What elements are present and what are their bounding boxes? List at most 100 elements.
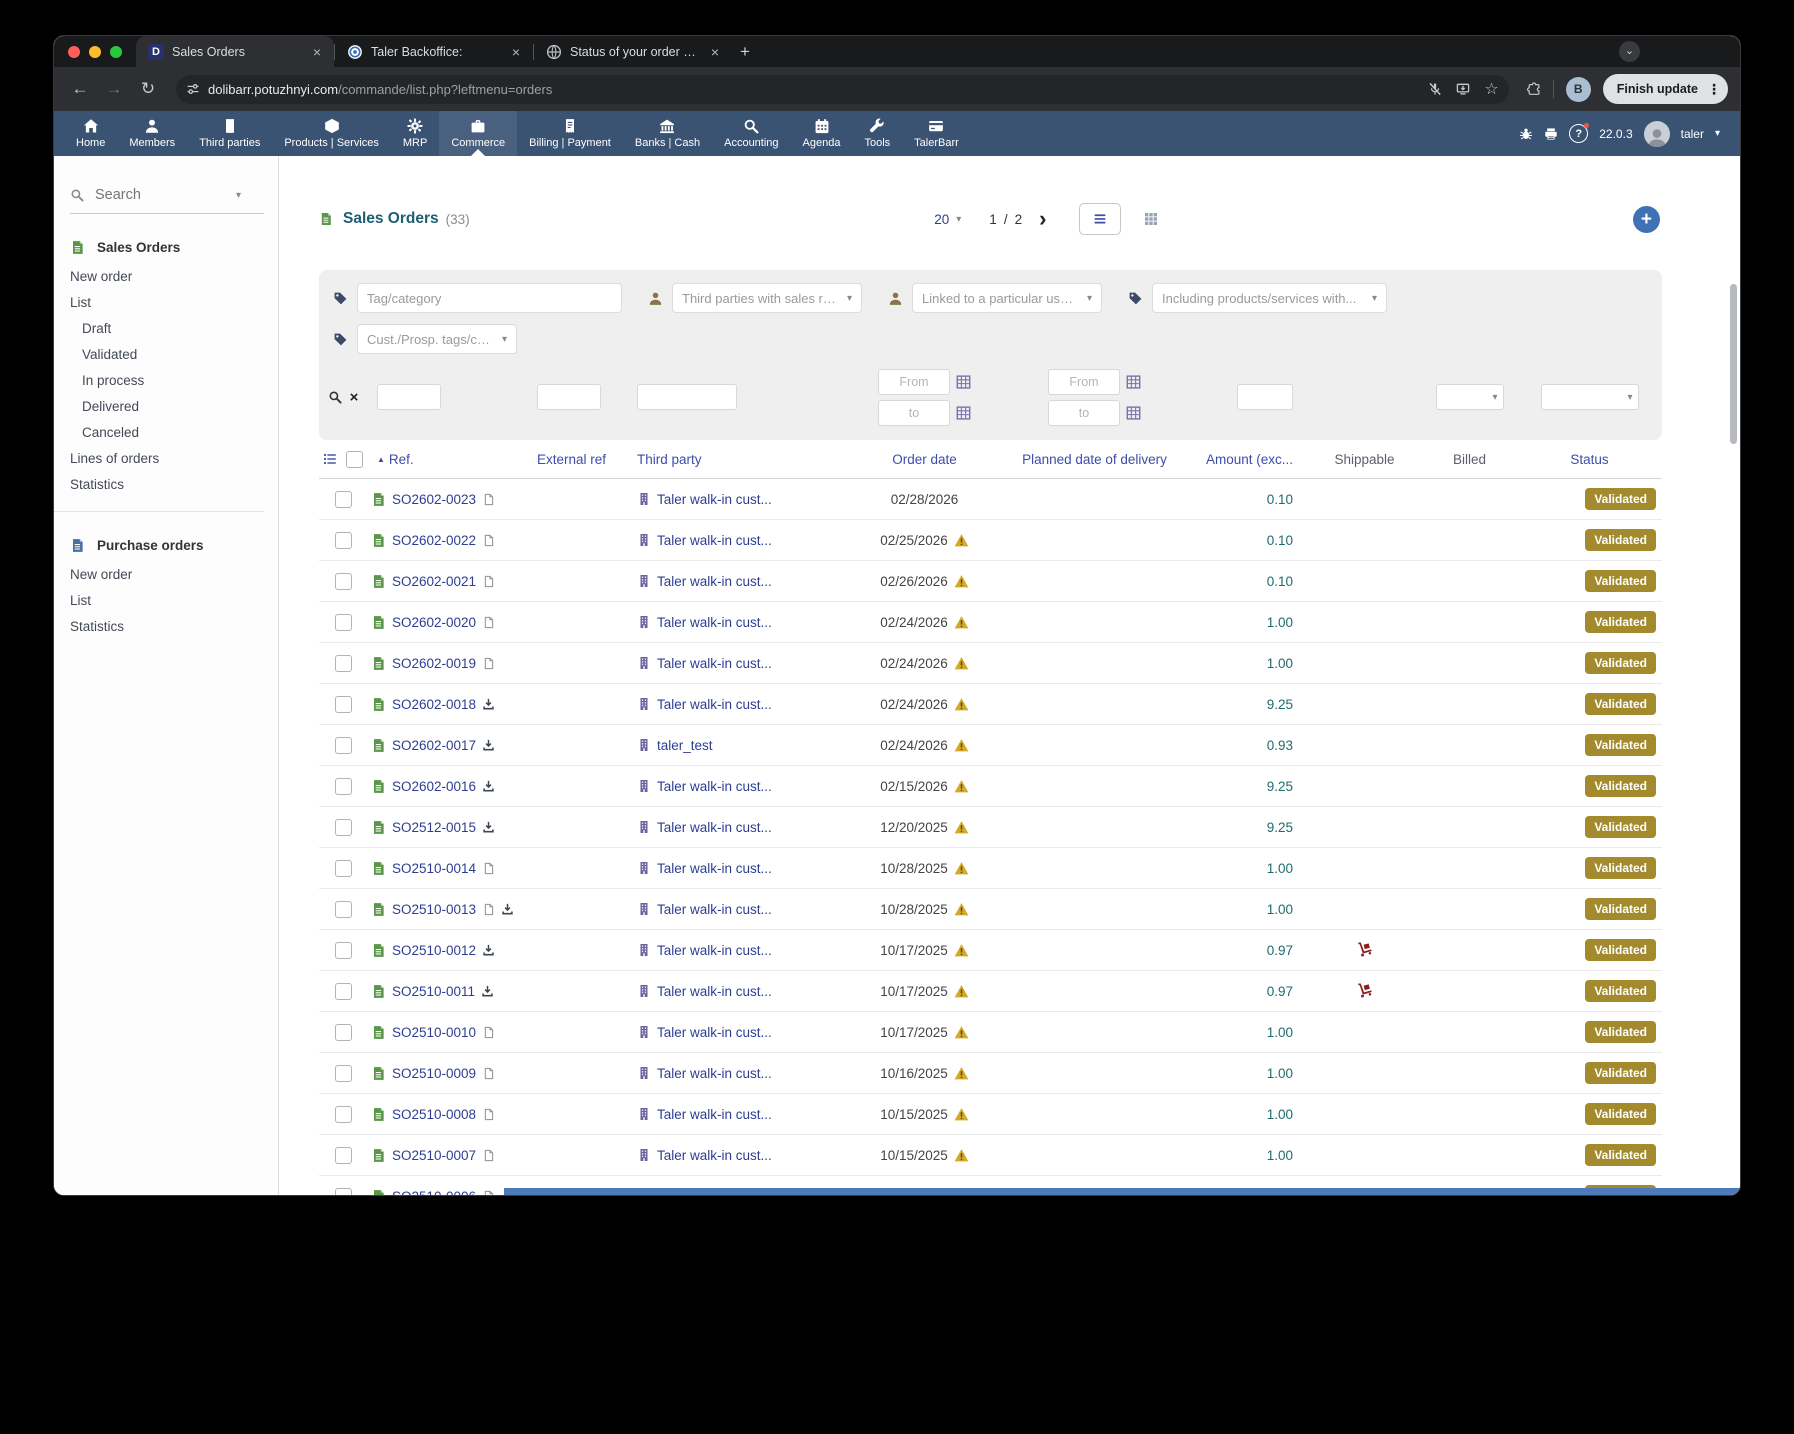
filter-select[interactable]: Cust./Prosp. tags/cat...▾ bbox=[357, 324, 517, 354]
top-menu-home[interactable]: Home bbox=[64, 111, 117, 156]
column-search-field[interactable] bbox=[537, 384, 601, 410]
column-header-ref[interactable]: ▲Ref. bbox=[367, 452, 537, 467]
order-ref-link[interactable]: SO2510-0010 bbox=[392, 1025, 476, 1040]
order-ref-link[interactable]: SO2510-0011 bbox=[392, 984, 475, 999]
third-party-link[interactable]: Taler walk-in cust... bbox=[657, 574, 772, 589]
download-doc-icon[interactable] bbox=[482, 944, 495, 957]
print-icon[interactable] bbox=[1544, 127, 1558, 141]
column-header-order-date[interactable]: Order date bbox=[892, 452, 957, 467]
third-party-link[interactable]: Taler walk-in cust... bbox=[657, 615, 772, 630]
row-checkbox[interactable] bbox=[335, 1024, 352, 1041]
sidebar-section-purchase-orders[interactable]: Purchase orders bbox=[70, 538, 278, 553]
order-ref-link[interactable]: SO2510-0008 bbox=[392, 1107, 476, 1122]
third-party-link[interactable]: Taler walk-in cust... bbox=[657, 1025, 772, 1040]
mic-blocked-icon[interactable] bbox=[1428, 82, 1442, 96]
order-ref-link[interactable]: SO2602-0023 bbox=[392, 492, 476, 507]
site-settings-icon[interactable] bbox=[186, 82, 200, 96]
top-menu-accounting[interactable]: Accounting bbox=[712, 111, 790, 156]
top-menu-tools[interactable]: Tools bbox=[852, 111, 902, 156]
close-window-button[interactable] bbox=[68, 46, 80, 58]
generated-doc-icon[interactable] bbox=[482, 534, 495, 547]
row-checkbox[interactable] bbox=[335, 1065, 352, 1082]
row-checkbox[interactable] bbox=[335, 1106, 352, 1123]
generated-doc-icon[interactable] bbox=[482, 862, 495, 875]
browser-tab[interactable]: Taler Backoffice:× bbox=[335, 36, 533, 67]
finish-update-button[interactable]: Finish update ⋮ bbox=[1603, 74, 1728, 104]
column-filter-select[interactable]: ▾ bbox=[1541, 384, 1639, 410]
top-menu-products-services[interactable]: Products | Services bbox=[272, 111, 391, 156]
extensions-puzzle-icon[interactable] bbox=[1527, 82, 1541, 96]
order-ref-link[interactable]: SO2602-0021 bbox=[392, 574, 476, 589]
generated-doc-icon[interactable] bbox=[482, 657, 495, 670]
row-checkbox[interactable] bbox=[335, 983, 352, 1000]
calendar-picker-icon[interactable] bbox=[956, 405, 971, 420]
column-header-third-party[interactable]: Third party bbox=[637, 452, 847, 467]
help-icon[interactable]: ? bbox=[1569, 124, 1588, 143]
date-from-field[interactable]: From bbox=[1048, 369, 1120, 395]
back-button[interactable]: ← bbox=[66, 75, 94, 103]
third-party-link[interactable]: Taler walk-in cust... bbox=[657, 533, 772, 548]
row-checkbox[interactable] bbox=[335, 491, 352, 508]
row-checkbox[interactable] bbox=[335, 655, 352, 672]
top-menu-mrp[interactable]: MRP bbox=[391, 111, 439, 156]
search-input[interactable] bbox=[93, 186, 227, 204]
third-party-link[interactable]: Taler walk-in cust... bbox=[657, 943, 772, 958]
third-party-link[interactable]: Taler walk-in cust... bbox=[657, 820, 772, 835]
generated-doc-icon[interactable] bbox=[482, 616, 495, 629]
third-party-link[interactable]: Taler walk-in cust... bbox=[657, 697, 772, 712]
new-order-button[interactable]: + bbox=[1633, 206, 1660, 233]
sidebar-item-statistics[interactable]: Statistics bbox=[70, 613, 278, 639]
search-options-chevron-icon[interactable]: ▾ bbox=[236, 190, 241, 201]
column-filter-select[interactable]: ▾ bbox=[1436, 384, 1504, 410]
generated-doc-icon[interactable] bbox=[482, 1026, 495, 1039]
column-header-shippable[interactable]: Shippable bbox=[1334, 452, 1394, 467]
new-tab-button[interactable]: + bbox=[732, 42, 758, 62]
top-menu-commerce[interactable]: Commerce bbox=[439, 111, 517, 156]
minimize-window-button[interactable] bbox=[89, 46, 101, 58]
generated-doc-icon[interactable] bbox=[482, 1108, 495, 1121]
top-menu-billing-payment[interactable]: Billing | Payment bbox=[517, 111, 623, 156]
column-header-billed[interactable]: Billed bbox=[1453, 452, 1486, 467]
sidebar-section-sales-orders[interactable]: Sales Orders bbox=[70, 240, 278, 255]
user-avatar[interactable] bbox=[1644, 121, 1670, 147]
third-party-link[interactable]: Taler walk-in cust... bbox=[657, 656, 772, 671]
sidebar-item-validated[interactable]: Validated bbox=[70, 341, 278, 367]
row-checkbox[interactable] bbox=[335, 819, 352, 836]
third-party-link[interactable]: Taler walk-in cust... bbox=[657, 1107, 772, 1122]
download-doc-icon[interactable] bbox=[482, 739, 495, 752]
download-doc-icon[interactable] bbox=[482, 698, 495, 711]
column-header-external-ref[interactable]: External ref bbox=[537, 452, 637, 467]
generated-doc-icon[interactable] bbox=[482, 1190, 495, 1196]
download-doc-icon[interactable] bbox=[482, 780, 495, 793]
filter-input[interactable] bbox=[357, 283, 622, 313]
date-to-field[interactable]: to bbox=[1048, 400, 1120, 426]
top-menu-banks-cash[interactable]: Banks | Cash bbox=[623, 111, 712, 156]
page-size-value[interactable]: 20 bbox=[934, 212, 949, 227]
user-name[interactable]: taler bbox=[1681, 127, 1704, 141]
address-bar[interactable]: dolibarr.potuzhnyi.com/commande/list.php… bbox=[176, 75, 1509, 104]
order-ref-link[interactable]: SO2510-0009 bbox=[392, 1066, 476, 1081]
generated-doc-icon[interactable] bbox=[482, 903, 495, 916]
kanban-view-button[interactable] bbox=[1134, 204, 1168, 234]
field-selector-icon[interactable] bbox=[323, 452, 337, 466]
order-ref-link[interactable]: SO2510-0014 bbox=[392, 861, 476, 876]
order-ref-link[interactable]: SO2602-0018 bbox=[392, 697, 476, 712]
sidebar-item-draft[interactable]: Draft bbox=[70, 315, 278, 341]
order-ref-link[interactable]: SO2510-0012 bbox=[392, 943, 476, 958]
generated-doc-icon[interactable] bbox=[482, 1149, 495, 1162]
download-doc-icon[interactable] bbox=[482, 821, 495, 834]
page-scrollbar-thumb[interactable] bbox=[1730, 284, 1737, 444]
run-search-icon[interactable] bbox=[328, 390, 342, 404]
generated-doc-icon[interactable] bbox=[482, 575, 495, 588]
download-doc-icon[interactable] bbox=[501, 903, 514, 916]
row-checkbox[interactable] bbox=[335, 901, 352, 918]
column-search-field[interactable] bbox=[377, 384, 441, 410]
row-checkbox[interactable] bbox=[335, 942, 352, 959]
sidebar-item-delivered[interactable]: Delivered bbox=[70, 393, 278, 419]
order-ref-link[interactable]: SO2602-0019 bbox=[392, 656, 476, 671]
page-size-chevron-icon[interactable]: ▾ bbox=[956, 214, 961, 225]
tab-close-button[interactable]: × bbox=[706, 43, 724, 61]
column-header-status[interactable]: Status bbox=[1570, 452, 1608, 467]
generated-doc-icon[interactable] bbox=[482, 1067, 495, 1080]
list-view-button[interactable] bbox=[1079, 203, 1121, 235]
